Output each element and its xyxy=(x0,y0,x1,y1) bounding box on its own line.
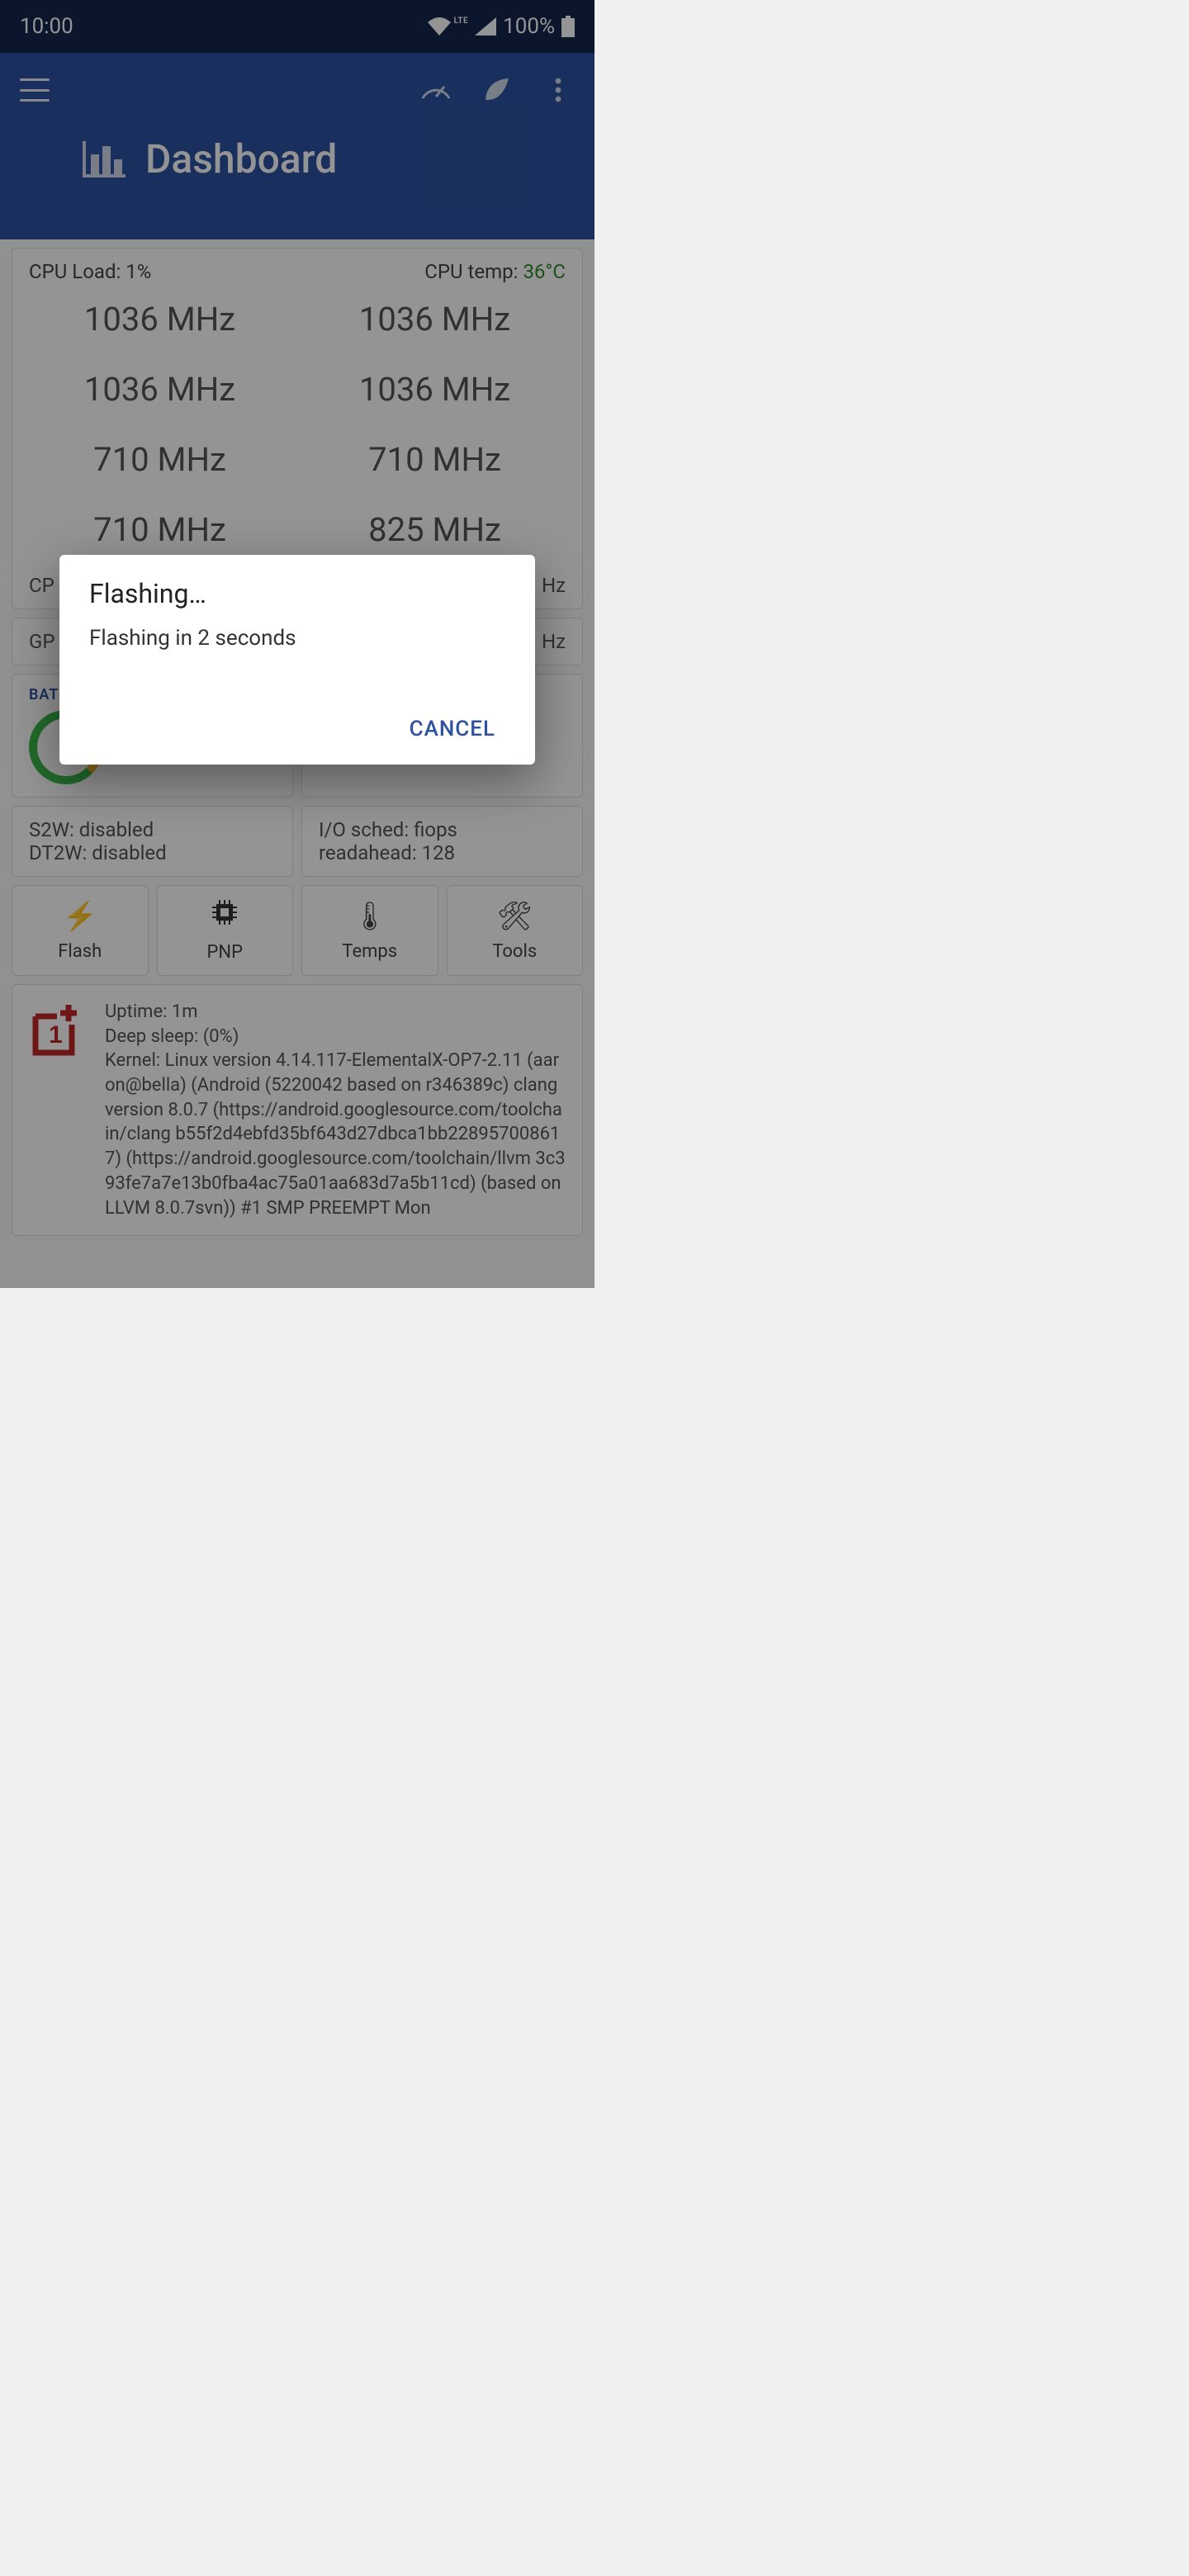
dialog-message: Flashing in 2 seconds xyxy=(89,626,505,651)
flashing-dialog: Flashing… Flashing in 2 seconds CANCEL xyxy=(59,555,535,765)
dialog-title: Flashing… xyxy=(89,578,505,609)
cancel-button[interactable]: CANCEL xyxy=(400,708,505,750)
